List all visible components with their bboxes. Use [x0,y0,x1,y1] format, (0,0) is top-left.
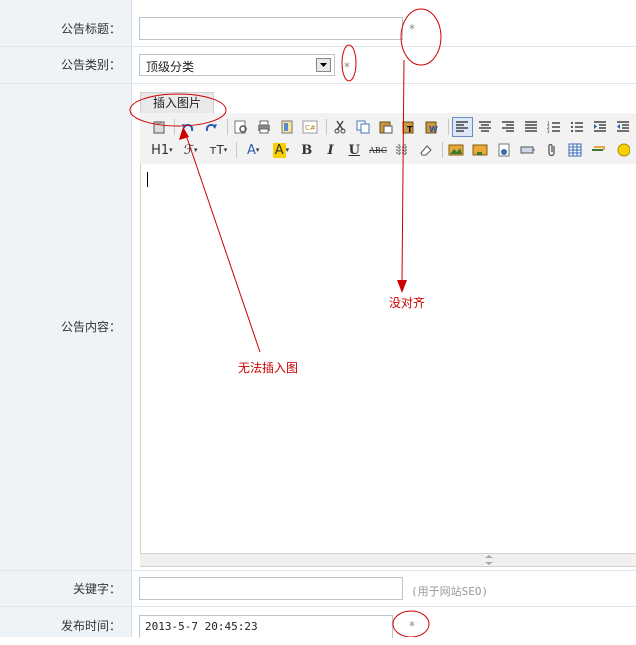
toolbar-separator [174,119,175,135]
code-icon[interactable]: C# [300,117,321,137]
italic-label: I [327,142,334,158]
heading-label: H1 [151,142,170,158]
emoticon-icon[interactable] [612,140,634,160]
keywords-input[interactable] [139,577,403,600]
toolbar-separator [441,142,443,158]
strikethrough-label: ABC [369,145,388,155]
indent-icon[interactable] [590,117,611,137]
svg-text:C#: C# [305,124,316,132]
font-color-label: A [246,142,256,158]
eraser-icon[interactable] [415,140,437,160]
undo-icon[interactable] [178,117,199,137]
align-justify-icon[interactable] [521,117,542,137]
underline-label: U [348,142,360,158]
paste-word-icon[interactable]: W [422,117,443,137]
outdent-icon[interactable] [613,117,634,137]
svg-text:W: W [429,125,438,134]
font-color-button[interactable]: A ▾ [240,140,266,160]
svg-text:3: 3 [547,129,550,133]
underline-button[interactable]: U [343,140,365,160]
align-right-icon[interactable] [498,117,519,137]
publish-row: 发布时间： 2013-5-7 20:45:23 * [0,607,636,638]
table-icon[interactable] [565,140,587,160]
media-icon[interactable] [493,140,515,160]
redo-icon[interactable] [201,117,222,137]
unordered-list-icon[interactable] [567,117,588,137]
toolbar-separator [226,119,228,135]
title-row: 公告标题： * [0,0,636,47]
category-label: 公告类别： [0,47,132,83]
annotation-cannot-insert: 无法插入图 [238,361,299,375]
table-insert-icon[interactable] [517,140,539,160]
annotation-misaligned: 没对齐 [389,296,426,310]
toolbar-separator [447,119,449,135]
heading-button[interactable]: H1 ▾ [148,140,176,160]
keywords-hint: (用于网站SEO) [411,585,489,598]
paste-icon[interactable] [376,117,397,137]
font-family-button[interactable]: ℱ ▾ [178,140,204,160]
toolbar-row-2: H1 ▾ ℱ ▾ тT ▾ A ▾ A ▾ B I U ABC [148,139,636,161]
text-cursor [147,172,148,187]
image-icon[interactable] [446,140,468,160]
horizontal-rule-icon[interactable] [391,140,413,160]
toolbar-separator [236,142,238,158]
align-left-icon[interactable] [451,117,473,137]
category-row: 公告类别： 顶级分类 * [0,47,636,84]
publish-time-input[interactable]: 2013-5-7 20:45:23 [139,615,393,638]
title-required-mark: * [409,22,415,36]
svg-text:T: T [407,125,413,134]
font-size-button[interactable]: тT ▾ [206,140,232,160]
publish-time-value: 2013-5-7 20:45:23 [145,620,258,633]
copy-icon[interactable] [353,117,374,137]
ordered-list-icon[interactable]: 123 [544,117,565,137]
strikethrough-button[interactable]: ABC [367,140,389,160]
font-family-label: ℱ [183,142,194,158]
highlight-label: A [272,142,286,158]
template-icon[interactable] [277,117,298,137]
toolbar-row-1: C# T W 123 [148,116,636,138]
editor-toolbar: C# T W 123 H1 ▾ ℱ ▾ тT ▾ A ▾ A ▾ B I U ABC [140,113,636,165]
print-icon[interactable] [254,117,275,137]
cut-icon[interactable] [330,117,351,137]
font-size-label: тT [209,143,224,157]
flash-icon[interactable] [469,140,491,160]
attachment-icon[interactable] [541,140,563,160]
bold-label: B [301,142,313,158]
italic-button[interactable]: I [320,140,342,160]
category-required-mark: * [344,60,350,74]
editor-resize-handle[interactable] [140,553,636,567]
content-label: 公告内容： [0,84,132,570]
align-center-icon[interactable] [475,117,496,137]
title-label: 公告标题： [0,0,132,46]
publish-required-mark: * [409,619,415,633]
paste-text-icon[interactable]: T [399,117,420,137]
toolbar-separator [325,119,327,135]
category-selected-value: 顶级分类 [146,60,195,74]
highlight-color-button[interactable]: A ▾ [268,140,294,160]
publish-label: 发布时间： [0,607,132,637]
preview-icon[interactable] [231,117,252,137]
chevron-down-icon[interactable] [316,58,331,72]
insert-image-button[interactable]: 插入图片 [140,92,214,114]
paste-plain-icon[interactable] [148,117,169,137]
category-select[interactable]: 顶级分类 [139,54,335,76]
bold-button[interactable]: B [296,140,318,160]
keywords-row: 关键字： (用于网站SEO) [0,571,636,607]
title-input[interactable] [139,17,403,40]
anchor-icon[interactable] [588,140,610,160]
editor-content-area[interactable] [140,164,636,554]
keywords-label: 关键字： [0,571,132,606]
